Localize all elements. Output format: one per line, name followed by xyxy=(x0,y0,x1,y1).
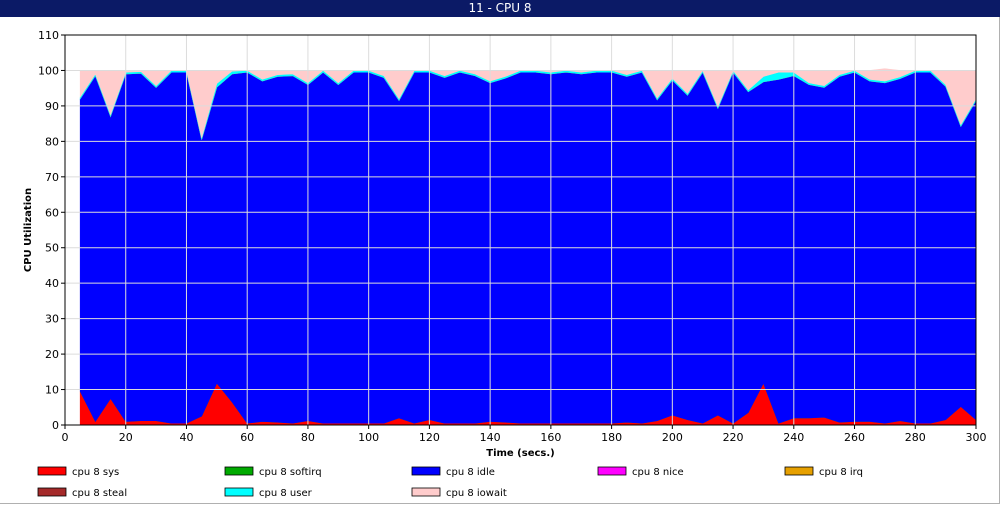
chart-panel: 0 20 40 60 80 100 120 140 160 180 200 220 240 260 280 3… xyxy=(0,17,1000,504)
x-tick-label: 160 xyxy=(540,431,561,444)
y-tick-label: 100 xyxy=(38,64,59,77)
y-tick-label: 30 xyxy=(45,313,59,326)
legend-item: cpu 8 idle xyxy=(411,466,495,478)
x-tick-label: 80 xyxy=(301,431,315,444)
legend-item: cpu 8 iowait xyxy=(411,487,507,499)
legend-label: cpu 8 softirq xyxy=(259,467,322,478)
x-tick-label: 220 xyxy=(723,431,744,444)
x-tick-label: 240 xyxy=(783,431,804,444)
y-tick-label: 20 xyxy=(45,348,59,361)
area-stack xyxy=(79,68,977,426)
y-tick-label: 50 xyxy=(45,242,59,255)
x-tick-label: 140 xyxy=(480,431,501,444)
legend-swatch xyxy=(224,487,254,497)
legend-item: cpu 8 user xyxy=(224,487,313,499)
y-tick-label: 80 xyxy=(45,135,59,148)
x-tick-label: 100 xyxy=(358,431,379,444)
x-tick-label: 280 xyxy=(905,431,926,444)
y-tick-label: 110 xyxy=(38,29,59,42)
legend-swatch xyxy=(411,466,441,476)
legend-label: cpu 8 idle xyxy=(446,467,495,478)
x-tick-label: 40 xyxy=(179,431,193,444)
legend-swatch xyxy=(37,466,67,476)
legend-swatch xyxy=(784,466,814,476)
legend-item: cpu 8 nice xyxy=(597,466,684,478)
x-tick-label: 180 xyxy=(601,431,622,444)
legend-item: cpu 8 steal xyxy=(37,487,127,499)
legend-swatch xyxy=(411,487,441,497)
legend-label: cpu 8 sys xyxy=(72,467,119,478)
x-tick-label: 300 xyxy=(966,431,987,444)
legend-swatch xyxy=(37,487,67,497)
x-tick-label: 260 xyxy=(844,431,865,444)
y-tick-label: 60 xyxy=(45,206,59,219)
x-axis-title: Time (secs.) xyxy=(486,448,555,459)
cpu-utilization-chart: 0 20 40 60 80 100 120 140 160 180 200 220 240 260 280 3… xyxy=(23,29,987,499)
legend-label: cpu 8 irq xyxy=(819,467,863,478)
legend-label: cpu 8 user xyxy=(259,488,313,499)
x-tick-label: 60 xyxy=(240,431,254,444)
legend-label: cpu 8 steal xyxy=(72,488,127,499)
legend-item: cpu 8 irq xyxy=(784,466,863,478)
x-tick-label: 120 xyxy=(419,431,440,444)
x-tick-label: 0 xyxy=(62,431,69,444)
y-tick-label: 10 xyxy=(45,384,59,397)
legend-item: cpu 8 softirq xyxy=(224,466,322,478)
y-tick-label: 70 xyxy=(45,171,59,184)
legend: cpu 8 sys cpu 8 softirq cpu 8 idle cpu 8 ni… xyxy=(37,466,863,499)
y-axis-title: CPU Utilization xyxy=(23,188,34,272)
window-title: 11 - CPU 8 xyxy=(0,0,1000,17)
y-tick-label: 40 xyxy=(45,277,59,290)
legend-label: cpu 8 iowait xyxy=(446,488,507,499)
legend-label: cpu 8 nice xyxy=(632,467,684,478)
legend-swatch xyxy=(224,466,254,476)
y-tick-label: 90 xyxy=(45,100,59,113)
y-tick-label: 0 xyxy=(52,419,59,432)
x-tick-label: 20 xyxy=(119,431,133,444)
legend-swatch xyxy=(597,466,627,476)
legend-item: cpu 8 sys xyxy=(37,466,119,478)
x-tick-label: 200 xyxy=(662,431,683,444)
